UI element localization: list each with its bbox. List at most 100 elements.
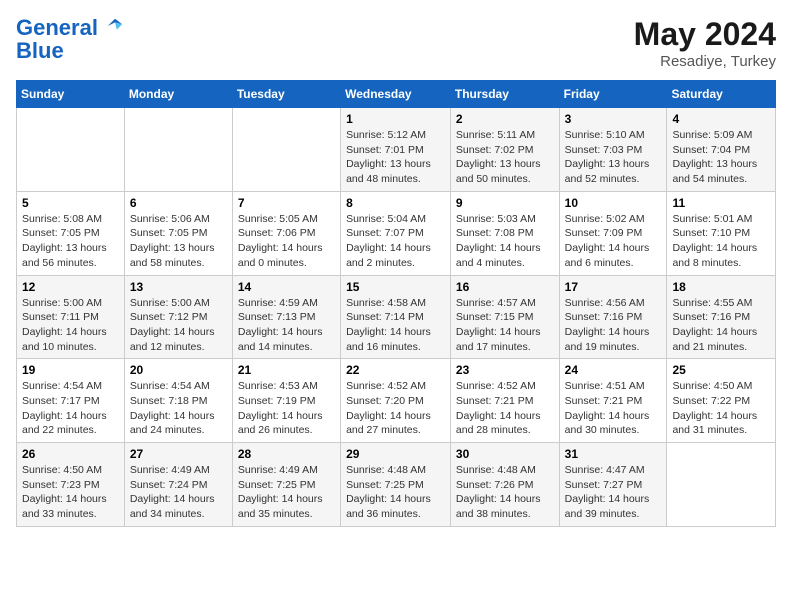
calendar-header-row: SundayMondayTuesdayWednesdayThursdayFrid…: [17, 81, 776, 108]
calendar-cell: 16 Sunrise: 4:57 AMSunset: 7:15 PMDayligh…: [450, 275, 559, 359]
day-info: Sunrise: 4:54 AMSunset: 7:17 PMDaylight:…: [22, 379, 119, 438]
calendar-week-row: 1 Sunrise: 5:12 AMSunset: 7:01 PMDaylight…: [17, 108, 776, 192]
calendar-cell: 30Sunrise: 4:48 AMSunset: 7:26 PMDayligh…: [450, 443, 559, 527]
calendar-cell: 5 Sunrise: 5:08 AMSunset: 7:05 PMDaylight…: [17, 191, 125, 275]
calendar-cell: 17 Sunrise: 4:56 AMSunset: 7:16 PMDayligh…: [559, 275, 667, 359]
calendar-cell: 9Sunrise: 5:03 AMSunset: 7:08 PMDaylight…: [450, 191, 559, 275]
day-info: Sunrise: 4:54 AMSunset: 7:18 PMDaylight:…: [130, 379, 227, 438]
weekday-header: Friday: [559, 81, 667, 108]
day-number: 5: [22, 196, 119, 210]
day-info: Sunrise: 5:11 AMSunset: 7:02 PMDaylight:…: [456, 128, 554, 187]
day-info: Sunrise: 5:04 AMSunset: 7:07 PMDaylight:…: [346, 212, 445, 271]
day-info: Sunrise: 4:52 AMSunset: 7:20 PMDaylight:…: [346, 379, 445, 438]
day-number: 22: [346, 363, 445, 377]
day-number: 17: [565, 280, 662, 294]
calendar-body: 1 Sunrise: 5:12 AMSunset: 7:01 PMDaylight…: [17, 108, 776, 527]
day-number: 14: [238, 280, 335, 294]
day-number: 21: [238, 363, 335, 377]
day-info: Sunrise: 5:06 AMSunset: 7:05 PMDaylight:…: [130, 212, 227, 271]
calendar-week-row: 19 Sunrise: 4:54 AMSunset: 7:17 PMDayligh…: [17, 359, 776, 443]
logo-bird-icon: [106, 17, 124, 35]
day-number: 30: [456, 447, 554, 461]
calendar-cell: 18Sunrise: 4:55 AMSunset: 7:16 PMDayligh…: [667, 275, 776, 359]
weekday-header: Wednesday: [341, 81, 451, 108]
logo-text: General: [16, 16, 124, 40]
day-number: 10: [565, 196, 662, 210]
day-info: Sunrise: 4:52 AMSunset: 7:21 PMDaylight:…: [456, 379, 554, 438]
day-number: 26: [22, 447, 119, 461]
day-number: 16: [456, 280, 554, 294]
day-info: Sunrise: 5:00 AMSunset: 7:11 PMDaylight:…: [22, 296, 119, 355]
calendar-cell: 15 Sunrise: 4:58 AMSunset: 7:14 PMDayligh…: [341, 275, 451, 359]
calendar-cell: 26Sunrise: 4:50 AMSunset: 7:23 PMDayligh…: [17, 443, 125, 527]
calendar-cell: 6 Sunrise: 5:06 AMSunset: 7:05 PMDaylight…: [124, 191, 232, 275]
logo: General Blue: [16, 16, 124, 62]
day-info: Sunrise: 4:56 AMSunset: 7:16 PMDaylight:…: [565, 296, 662, 355]
calendar-cell: [232, 108, 340, 192]
day-number: 4: [672, 112, 770, 126]
calendar-cell: 1 Sunrise: 5:12 AMSunset: 7:01 PMDaylight…: [341, 108, 451, 192]
day-info: Sunrise: 5:08 AMSunset: 7:05 PMDaylight:…: [22, 212, 119, 271]
day-info: Sunrise: 5:09 AMSunset: 7:04 PMDaylight:…: [672, 128, 770, 187]
day-number: 7: [238, 196, 335, 210]
calendar-cell: 14 Sunrise: 4:59 AMSunset: 7:13 PMDayligh…: [232, 275, 340, 359]
title-block: May 2024 Resadiye, Turkey: [634, 16, 776, 70]
calendar-cell: 31 Sunrise: 4:47 AMSunset: 7:27 PMDayligh…: [559, 443, 667, 527]
day-info: Sunrise: 4:48 AMSunset: 7:25 PMDaylight:…: [346, 463, 445, 522]
day-number: 24: [565, 363, 662, 377]
day-info: Sunrise: 4:50 AMSunset: 7:22 PMDaylight:…: [672, 379, 770, 438]
day-info: Sunrise: 5:05 AMSunset: 7:06 PMDaylight:…: [238, 212, 335, 271]
day-info: Sunrise: 4:57 AMSunset: 7:15 PMDaylight:…: [456, 296, 554, 355]
day-number: 2: [456, 112, 554, 126]
day-info: Sunrise: 4:58 AMSunset: 7:14 PMDaylight:…: [346, 296, 445, 355]
calendar-cell: 27Sunrise: 4:49 AMSunset: 7:24 PMDayligh…: [124, 443, 232, 527]
day-info: Sunrise: 4:59 AMSunset: 7:13 PMDaylight:…: [238, 296, 335, 355]
calendar-week-row: 5 Sunrise: 5:08 AMSunset: 7:05 PMDaylight…: [17, 191, 776, 275]
month-title: May 2024: [634, 16, 776, 53]
day-info: Sunrise: 5:10 AMSunset: 7:03 PMDaylight:…: [565, 128, 662, 187]
day-number: 18: [672, 280, 770, 294]
day-number: 28: [238, 447, 335, 461]
day-info: Sunrise: 5:12 AMSunset: 7:01 PMDaylight:…: [346, 128, 445, 187]
day-number: 1: [346, 112, 445, 126]
calendar-cell: 7 Sunrise: 5:05 AMSunset: 7:06 PMDaylight…: [232, 191, 340, 275]
day-number: 12: [22, 280, 119, 294]
calendar-week-row: 26Sunrise: 4:50 AMSunset: 7:23 PMDayligh…: [17, 443, 776, 527]
day-info: Sunrise: 5:01 AMSunset: 7:10 PMDaylight:…: [672, 212, 770, 271]
location: Resadiye, Turkey: [634, 53, 776, 70]
logo-blue: Blue: [16, 40, 124, 62]
page-header: General Blue May 2024 Resadiye, Turkey: [16, 16, 776, 70]
calendar-cell: [667, 443, 776, 527]
day-number: 20: [130, 363, 227, 377]
day-info: Sunrise: 5:03 AMSunset: 7:08 PMDaylight:…: [456, 212, 554, 271]
calendar-cell: 8 Sunrise: 5:04 AMSunset: 7:07 PMDaylight…: [341, 191, 451, 275]
calendar-cell: 20 Sunrise: 4:54 AMSunset: 7:18 PMDayligh…: [124, 359, 232, 443]
calendar-cell: 3Sunrise: 5:10 AMSunset: 7:03 PMDaylight…: [559, 108, 667, 192]
day-number: 29: [346, 447, 445, 461]
day-number: 8: [346, 196, 445, 210]
calendar-cell: 24 Sunrise: 4:51 AMSunset: 7:21 PMDayligh…: [559, 359, 667, 443]
day-number: 31: [565, 447, 662, 461]
calendar-cell: 10Sunrise: 5:02 AMSunset: 7:09 PMDayligh…: [559, 191, 667, 275]
day-number: 15: [346, 280, 445, 294]
weekday-header: Thursday: [450, 81, 559, 108]
calendar-cell: 11Sunrise: 5:01 AMSunset: 7:10 PMDayligh…: [667, 191, 776, 275]
calendar-cell: 22 Sunrise: 4:52 AMSunset: 7:20 PMDayligh…: [341, 359, 451, 443]
calendar-cell: 2 Sunrise: 5:11 AMSunset: 7:02 PMDaylight…: [450, 108, 559, 192]
calendar-cell: 13 Sunrise: 5:00 AMSunset: 7:12 PMDayligh…: [124, 275, 232, 359]
day-number: 6: [130, 196, 227, 210]
day-number: 13: [130, 280, 227, 294]
weekday-header: Tuesday: [232, 81, 340, 108]
calendar-cell: 19 Sunrise: 4:54 AMSunset: 7:17 PMDayligh…: [17, 359, 125, 443]
day-number: 19: [22, 363, 119, 377]
weekday-header: Saturday: [667, 81, 776, 108]
calendar-cell: [124, 108, 232, 192]
calendar-cell: [17, 108, 125, 192]
day-info: Sunrise: 4:47 AMSunset: 7:27 PMDaylight:…: [565, 463, 662, 522]
day-info: Sunrise: 5:00 AMSunset: 7:12 PMDaylight:…: [130, 296, 227, 355]
calendar-cell: 21Sunrise: 4:53 AMSunset: 7:19 PMDayligh…: [232, 359, 340, 443]
calendar-cell: 25Sunrise: 4:50 AMSunset: 7:22 PMDayligh…: [667, 359, 776, 443]
day-info: Sunrise: 4:51 AMSunset: 7:21 PMDaylight:…: [565, 379, 662, 438]
day-info: Sunrise: 4:49 AMSunset: 7:25 PMDaylight:…: [238, 463, 335, 522]
calendar-cell: 23Sunrise: 4:52 AMSunset: 7:21 PMDayligh…: [450, 359, 559, 443]
